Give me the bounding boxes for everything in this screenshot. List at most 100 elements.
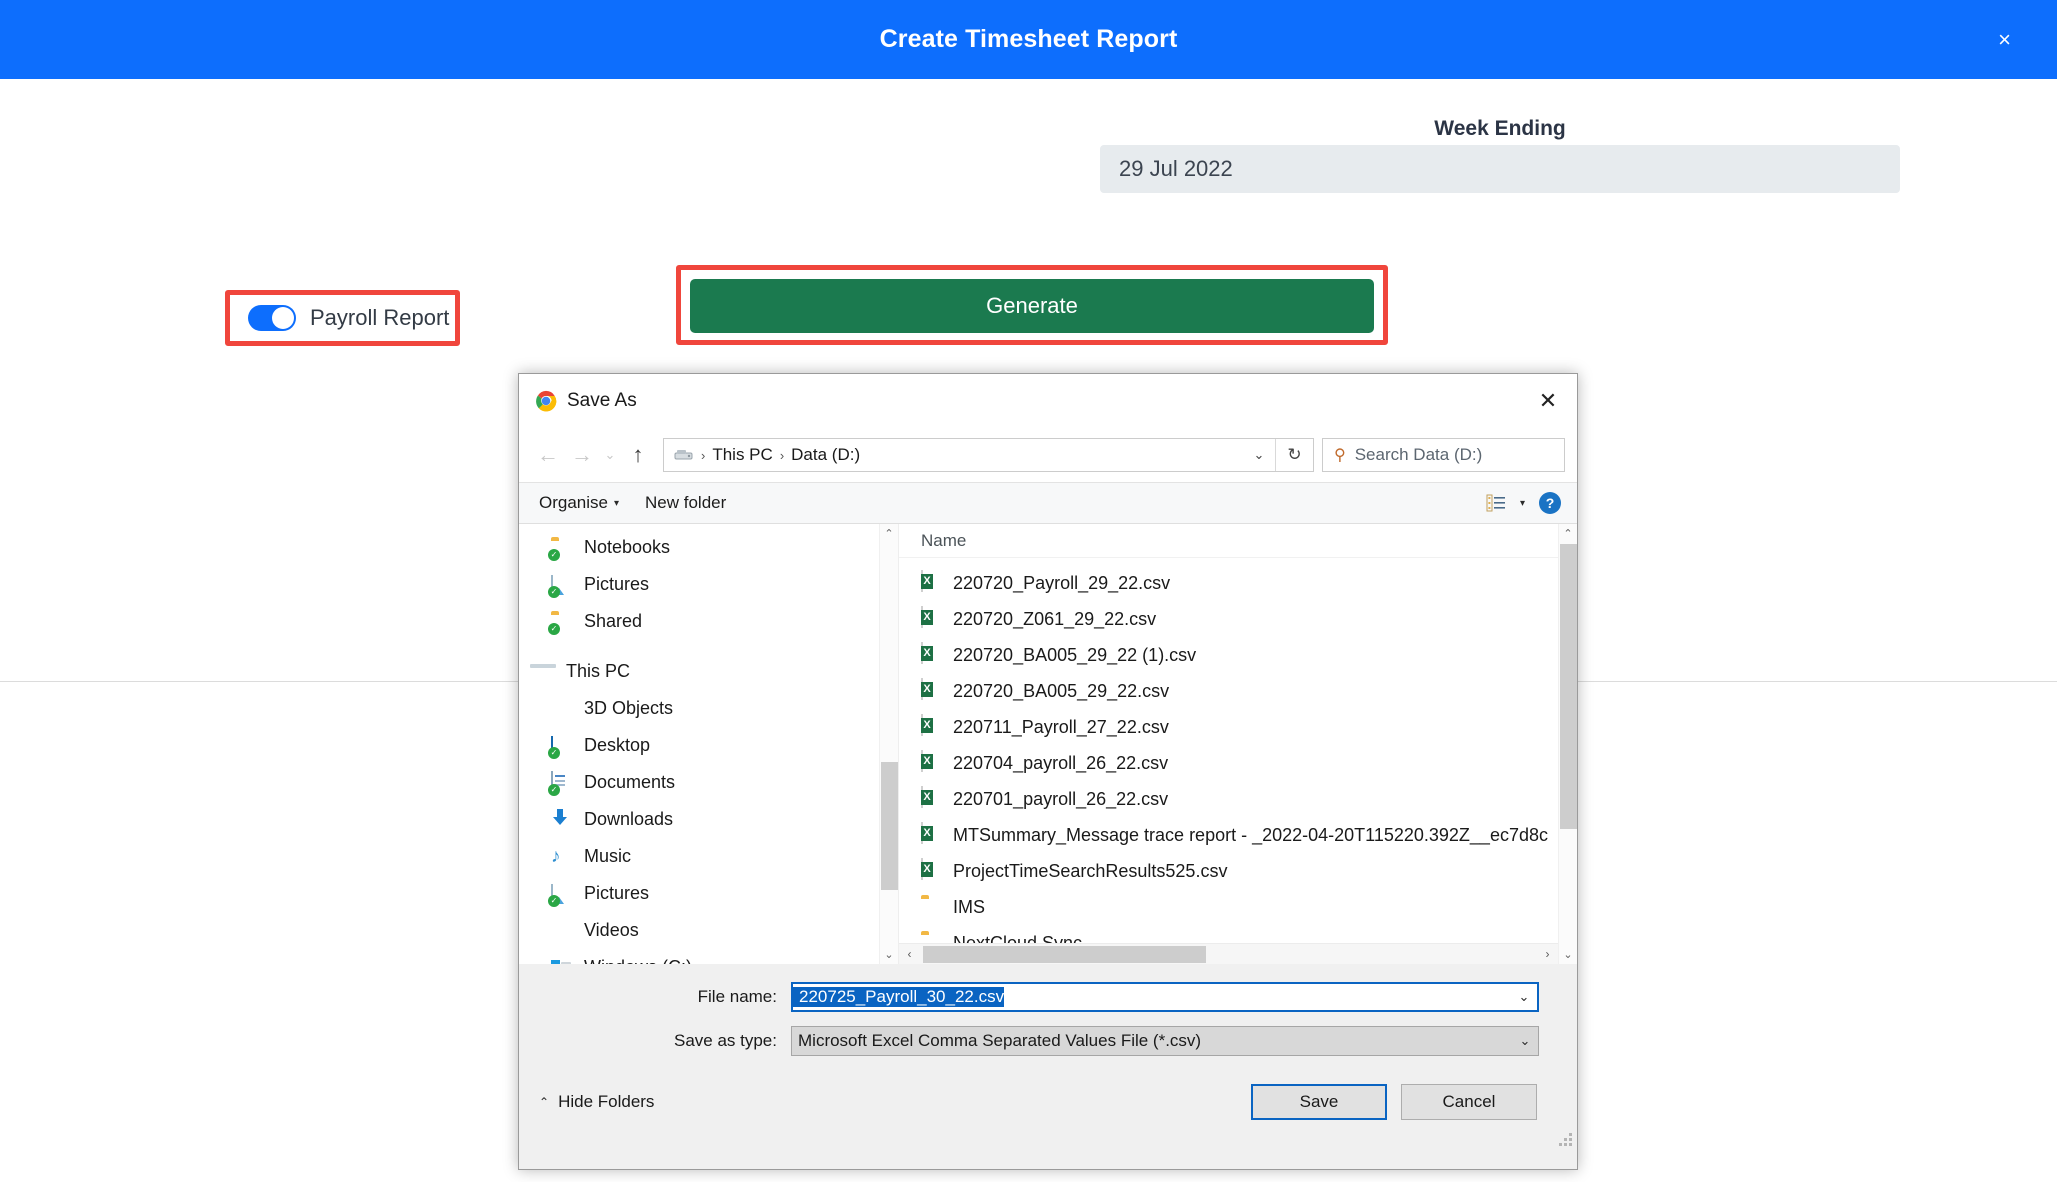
week-ending-value: 29 Jul 2022 <box>1119 156 1233 181</box>
cancel-button[interactable]: Cancel <box>1401 1084 1537 1120</box>
chevron-down-icon: ▾ <box>613 497 620 509</box>
payroll-report-toggle[interactable] <box>248 305 296 331</box>
save-as-type-row: Save as type: Microsoft Excel Comma Sepa… <box>519 1022 1577 1060</box>
file-row[interactable]: MTSummary_Message trace report - _2022-0… <box>899 817 1577 853</box>
dialog-navbar: ← → ⌄ ↑ › This PC › Data (D:) ⌄ ↻ ⚲ Sear… <box>519 428 1577 482</box>
file-name: 220701_payroll_26_22.csv <box>953 788 1169 809</box>
videos-icon <box>551 920 573 942</box>
file-row[interactable]: 220720_Payroll_29_22.csv <box>899 565 1577 601</box>
chevron-down-icon[interactable]: ⌄ <box>1245 439 1273 471</box>
view-list-icon[interactable] <box>1486 494 1506 512</box>
organise-button[interactable]: Organise ▾ <box>539 493 619 513</box>
csv-icon <box>921 750 941 775</box>
chrome-icon <box>535 390 557 412</box>
dialog-body: ✓ Notebooks ✓ Pictures ✓ Shared This PC <box>519 524 1577 964</box>
chevron-down-icon[interactable]: ⌄ <box>1512 1027 1538 1055</box>
scrollbar-thumb[interactable] <box>923 946 1206 963</box>
new-folder-button[interactable]: New folder <box>645 493 726 513</box>
search-input[interactable]: ⚲ Search Data (D:) <box>1322 438 1565 472</box>
file-row[interactable]: ProjectTimeSearchResults525.csv <box>899 853 1577 889</box>
tree-item-desktop[interactable]: ✓ Desktop <box>519 727 898 764</box>
tree-item-this-pc[interactable]: This PC <box>519 653 898 690</box>
save-as-type-select[interactable]: Microsoft Excel Comma Separated Values F… <box>791 1026 1539 1056</box>
refresh-icon[interactable]: ↻ <box>1275 439 1313 471</box>
tree-item-shared[interactable]: ✓ Shared <box>519 603 898 640</box>
file-row[interactable]: 220720_BA005_29_22 (1).csv <box>899 637 1577 673</box>
organise-label: Organise <box>539 493 608 512</box>
csv-icon <box>921 678 941 703</box>
payroll-report-toggle-row[interactable]: Payroll Report <box>230 295 455 341</box>
scroll-up-icon[interactable]: ⌃ <box>880 524 898 543</box>
file-name: 220720_BA005_29_22 (1).csv <box>953 644 1197 665</box>
csv-icon <box>921 642 941 667</box>
scroll-up-icon[interactable]: ⌃ <box>1559 524 1577 543</box>
generate-button-highlight: Generate <box>676 265 1388 345</box>
week-ending-input[interactable]: 29 Jul 2022 <box>1100 145 1900 193</box>
tree-item-documents[interactable]: ✓ Documents <box>519 764 898 801</box>
file-row[interactable]: 220704_payroll_26_22.csv <box>899 745 1577 781</box>
week-ending-label: Week Ending <box>1434 117 1566 140</box>
scroll-left-icon[interactable]: ‹ <box>899 944 920 964</box>
file-row[interactable]: IMS <box>899 889 1577 925</box>
dialog-titlebar: Save As ✕ <box>519 374 1577 428</box>
file-name: 220720_BA005_29_22.csv <box>953 680 1170 701</box>
generate-button[interactable]: Generate <box>690 279 1374 333</box>
resize-grip[interactable] <box>1558 1132 1572 1146</box>
file-row[interactable]: 220720_Z061_29_22.csv <box>899 601 1577 637</box>
desktop-sync-icon: ✓ <box>548 735 573 759</box>
view-chevron-down-icon[interactable]: ▾ <box>1520 498 1525 509</box>
breadcrumb-data-d[interactable]: Data (D:) <box>791 445 860 465</box>
up-button[interactable]: ↑ <box>621 438 655 472</box>
save-as-type-value: Microsoft Excel Comma Separated Values F… <box>798 1031 1202 1050</box>
file-name: IMS <box>953 896 986 917</box>
save-button[interactable]: Save <box>1251 1084 1387 1120</box>
file-name: 220720_Payroll_29_22.csv <box>953 572 1171 593</box>
hide-folders-button[interactable]: ⌃ Hide Folders <box>539 1092 654 1112</box>
scroll-down-icon[interactable]: ⌄ <box>1559 945 1577 964</box>
tree-item-3d-objects[interactable]: 3D Objects <box>519 690 898 727</box>
help-icon[interactable]: ? <box>1539 492 1561 514</box>
recent-locations-button[interactable]: ⌄ <box>599 438 621 472</box>
file-name: 220720_Z061_29_22.csv <box>953 608 1157 629</box>
file-name: ProjectTimeSearchResults525.csv <box>953 860 1228 881</box>
dialog-close-button[interactable]: ✕ <box>1519 374 1577 428</box>
csv-icon <box>921 822 941 847</box>
file-row[interactable]: 220720_BA005_29_22.csv <box>899 673 1577 709</box>
file-name: 220711_Payroll_27_22.csv <box>953 716 1169 737</box>
forward-button[interactable]: → <box>565 438 599 472</box>
close-button[interactable]: × <box>1988 23 2021 57</box>
tree-item-label: Videos <box>584 920 639 940</box>
tree-item-label: Downloads <box>584 809 674 829</box>
file-list-scrollbar[interactable]: ⌃ ⌄ <box>1558 524 1577 964</box>
pictures-sync-icon: ✓ <box>548 883 573 907</box>
tree-item-downloads[interactable]: Downloads <box>519 801 898 838</box>
file-row[interactable]: 220701_payroll_26_22.csv <box>899 781 1577 817</box>
tree-item-videos[interactable]: Videos <box>519 912 898 949</box>
tree-item-label: Shared <box>584 611 643 631</box>
column-header-name[interactable]: Name <box>899 524 1577 558</box>
music-icon: ♪ <box>551 845 561 867</box>
file-name: 220704_payroll_26_22.csv <box>953 752 1169 773</box>
tree-item-notebooks[interactable]: ✓ Notebooks <box>519 529 898 566</box>
scroll-right-icon[interactable]: › <box>1537 944 1558 964</box>
dialog-command-bar: Organise ▾ New folder ▾ ? <box>519 482 1577 524</box>
tree-item-windows-c[interactable]: Windows (C:) <box>519 949 898 964</box>
scrollbar-thumb[interactable] <box>1560 544 1577 829</box>
file-list-horizontal-scrollbar[interactable]: ‹ › <box>899 943 1558 964</box>
scrollbar-thumb[interactable] <box>881 762 898 890</box>
tree-item-pictures-onedrive[interactable]: ✓ Pictures <box>519 566 898 603</box>
address-bar[interactable]: › This PC › Data (D:) ⌄ ↻ <box>663 438 1314 472</box>
scroll-down-icon[interactable]: ⌄ <box>880 945 898 964</box>
file-row[interactable]: 220711_Payroll_27_22.csv <box>899 709 1577 745</box>
back-button[interactable]: ← <box>531 438 565 472</box>
tree-item-label: Pictures <box>584 574 650 594</box>
csv-icon <box>921 786 941 811</box>
file-name-input[interactable]: 220725_Payroll_30_22.csv ⌄ <box>791 982 1539 1012</box>
tree-item-music[interactable]: ♪ Music <box>519 838 898 875</box>
chevron-down-icon[interactable]: ⌄ <box>1511 984 1537 1010</box>
folder-tree: ✓ Notebooks ✓ Pictures ✓ Shared This PC <box>519 524 898 964</box>
save-as-dialog: Save As ✕ ← → ⌄ ↑ › This PC › Data (D:) <box>518 373 1578 1170</box>
navigation-pane-scrollbar[interactable]: ⌃ ⌄ <box>879 524 898 964</box>
breadcrumb-this-pc[interactable]: This PC <box>712 445 772 465</box>
tree-item-pictures[interactable]: ✓ Pictures <box>519 875 898 912</box>
